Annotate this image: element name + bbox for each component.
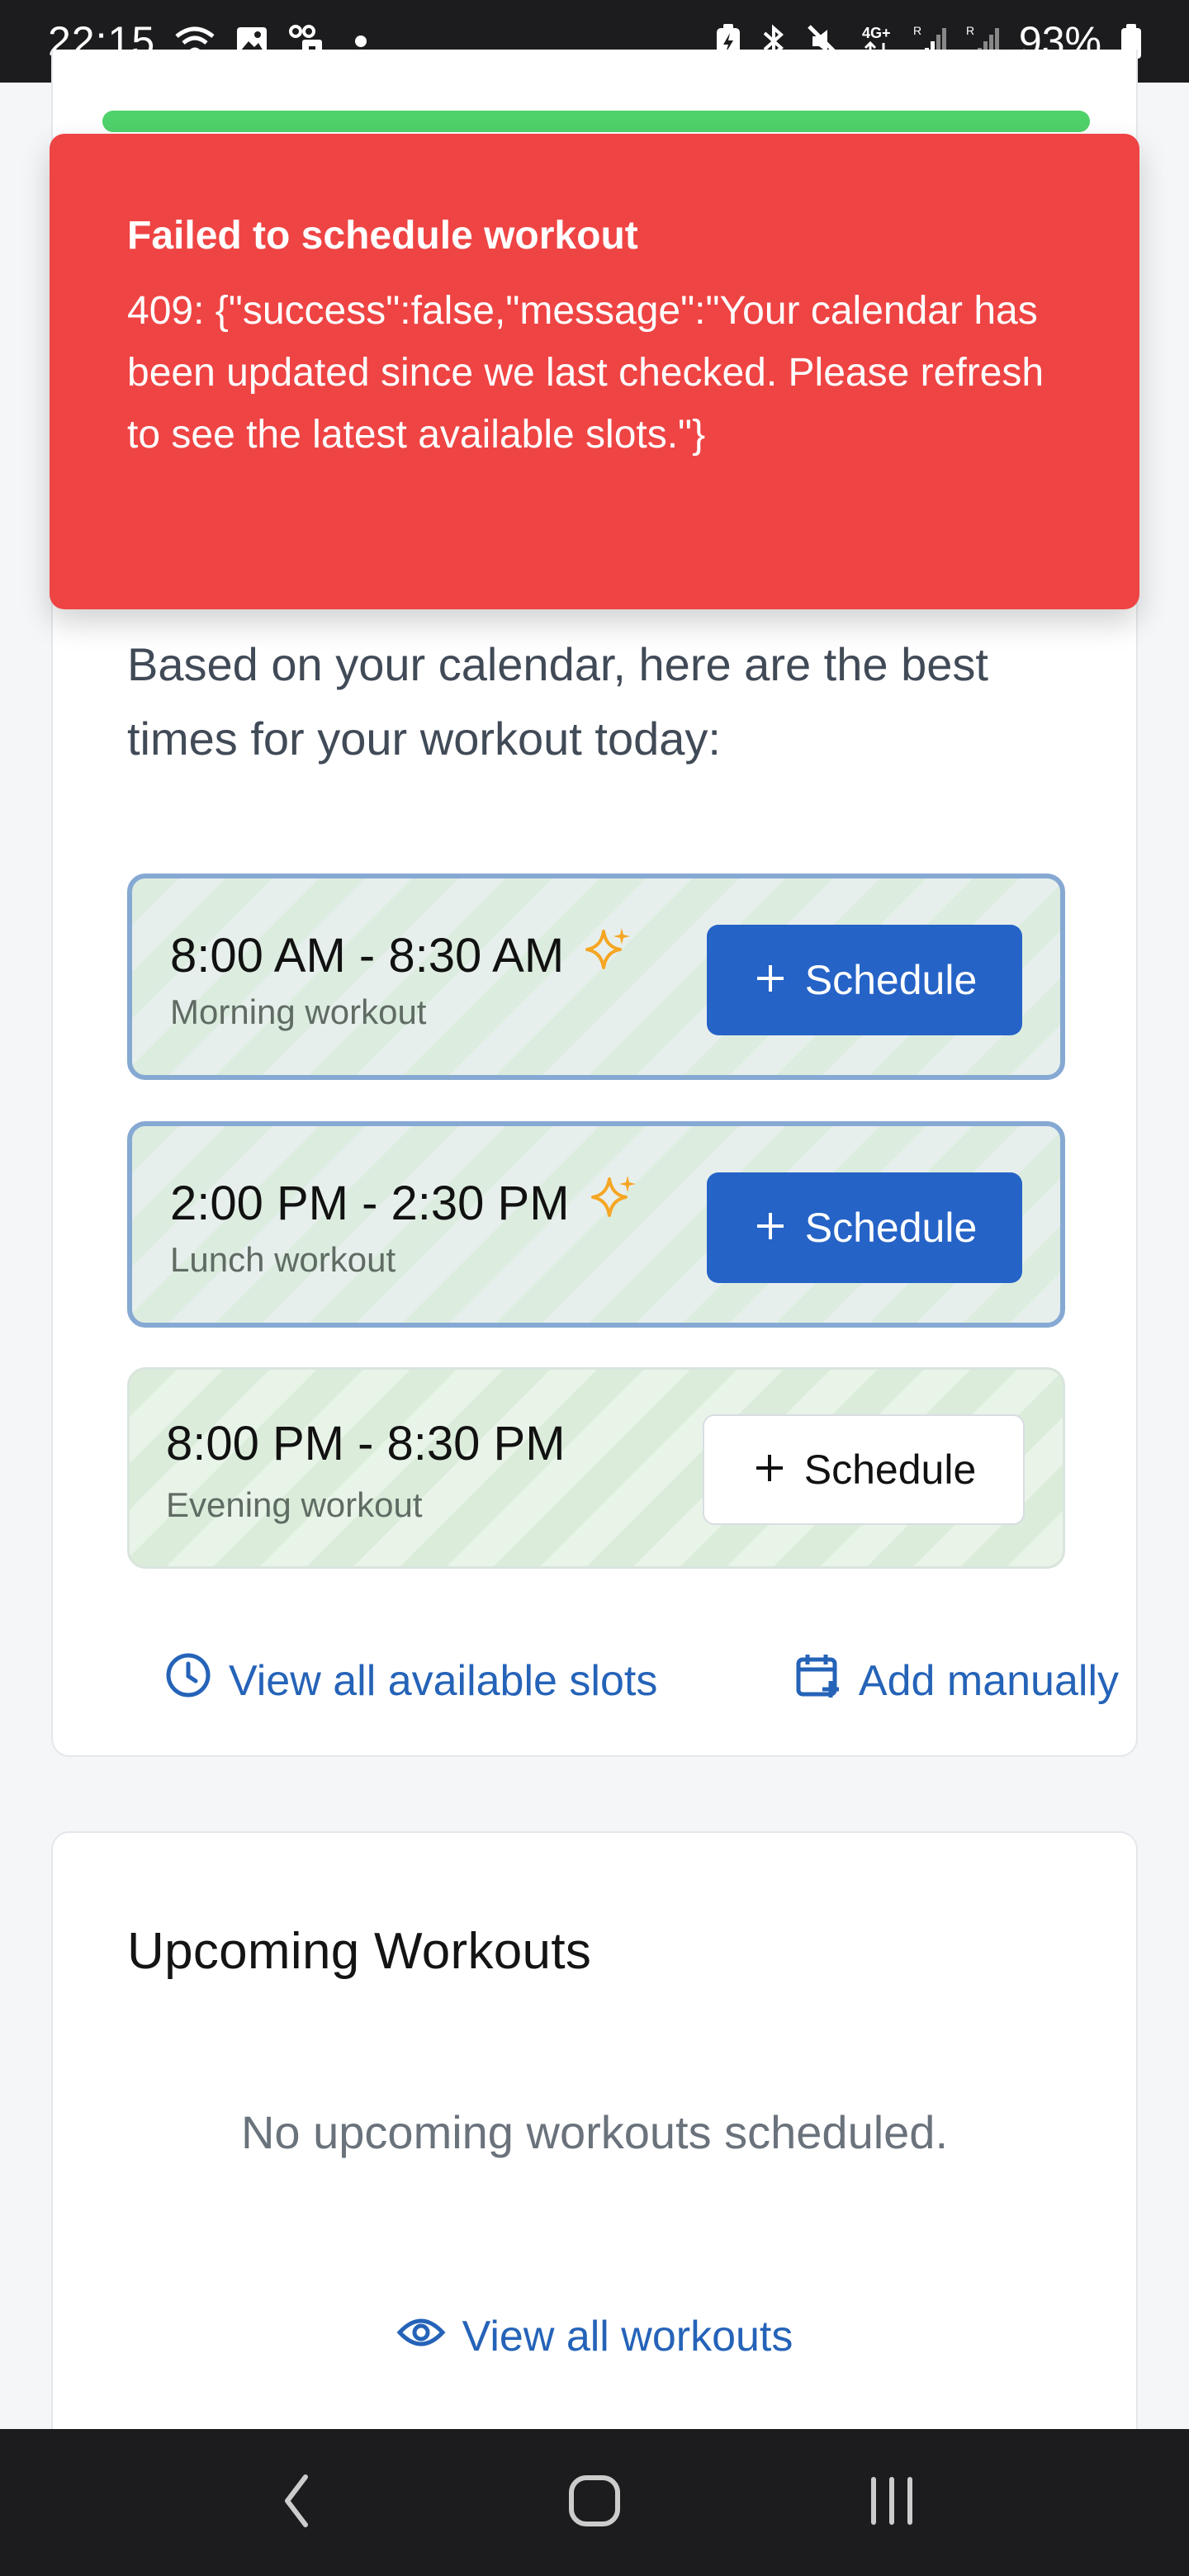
home-icon bbox=[568, 2474, 621, 2531]
suggestions-intro: Based on your calendar, here are the bes… bbox=[127, 638, 988, 765]
add-manually-label: Add manually bbox=[858, 1656, 1119, 1705]
upcoming-title: Upcoming Workouts bbox=[127, 1923, 592, 1980]
progress-bar bbox=[102, 111, 1090, 132]
recents-button[interactable] bbox=[842, 2453, 941, 2552]
slot-label: Lunch workout bbox=[170, 1240, 396, 1279]
eye-icon bbox=[396, 2312, 446, 2361]
back-icon bbox=[281, 2472, 314, 2534]
plus-icon bbox=[752, 955, 789, 1005]
view-all-slots-label: View all available slots bbox=[229, 1656, 658, 1705]
plus-icon bbox=[752, 1203, 789, 1252]
schedule-button[interactable]: Schedule bbox=[707, 925, 1022, 1035]
time-slot-morning: 8:00 AM - 8:30 AM Morning workout Schedu… bbox=[127, 874, 1065, 1080]
slot-label: Evening workout bbox=[166, 1485, 423, 1524]
toast-message: 409: {"success":false,"message":"Your ca… bbox=[127, 289, 1045, 457]
slot-label: Morning workout bbox=[170, 992, 427, 1031]
slot-time: 8:00 AM - 8:30 AM bbox=[170, 925, 633, 986]
svg-text:4G+: 4G+ bbox=[862, 25, 891, 41]
recents-icon bbox=[867, 2474, 917, 2531]
time-slot-lunch: 2:00 PM - 2:30 PM Lunch workout Schedule bbox=[127, 1121, 1065, 1328]
error-toast: Failed to schedule workout 409: {"succes… bbox=[50, 134, 1139, 609]
view-all-slots-link[interactable]: View all available slots bbox=[164, 1651, 657, 1710]
slot-time-text: 8:00 AM - 8:30 AM bbox=[170, 928, 565, 983]
view-all-workouts-label: View all workouts bbox=[462, 2313, 793, 2361]
slot-links-row: View all available slots Add manually bbox=[164, 1651, 1119, 1710]
schedule-button[interactable]: Schedule bbox=[703, 1414, 1025, 1525]
schedule-button-label: Schedule bbox=[804, 957, 978, 1003]
clock-icon bbox=[164, 1651, 212, 1710]
dot-icon bbox=[355, 36, 367, 47]
slot-time-text: 8:00 PM - 8:30 PM bbox=[166, 1417, 566, 1470]
empty-state-text: No upcoming workouts scheduled. bbox=[240, 2106, 949, 2158]
schedule-button-label: Schedule bbox=[804, 1205, 978, 1251]
system-nav-bar bbox=[0, 2429, 1189, 2576]
slot-time: 2:00 PM - 2:30 PM bbox=[170, 1172, 639, 1234]
toast-title: Failed to schedule workout bbox=[127, 214, 638, 258]
home-button[interactable] bbox=[545, 2453, 644, 2552]
add-manually-link[interactable]: Add manually bbox=[794, 1651, 1119, 1710]
calendar-plus-icon bbox=[794, 1651, 842, 1710]
upcoming-workouts-card: Upcoming Workouts No upcoming workouts s… bbox=[51, 1831, 1138, 2459]
time-slot-evening: 8:00 PM - 8:30 PM Evening workout Schedu… bbox=[127, 1367, 1065, 1569]
schedule-button[interactable]: Schedule bbox=[707, 1172, 1022, 1283]
view-all-workouts-link[interactable]: View all workouts bbox=[53, 2312, 1136, 2361]
schedule-button-label: Schedule bbox=[803, 1447, 977, 1493]
svg-text:R: R bbox=[913, 24, 921, 37]
sparkle-icon bbox=[584, 925, 633, 986]
slot-time: 8:00 PM - 8:30 PM bbox=[166, 1416, 566, 1471]
back-button[interactable] bbox=[248, 2453, 347, 2552]
slot-time-text: 2:00 PM - 2:30 PM bbox=[170, 1176, 570, 1230]
sparkle-icon bbox=[590, 1172, 639, 1234]
svg-text:R: R bbox=[966, 24, 974, 37]
plus-icon bbox=[751, 1445, 788, 1494]
